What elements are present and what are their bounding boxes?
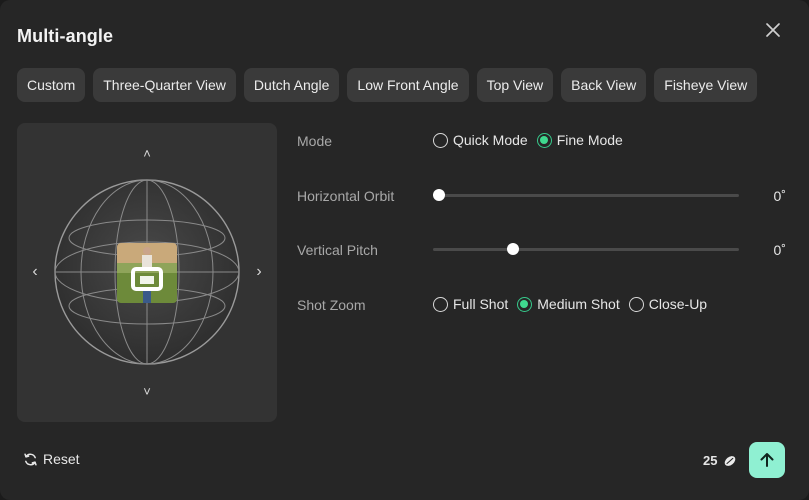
tab-fisheye-view[interactable]: Fisheye View: [654, 68, 758, 102]
radio-label: Fine Mode: [556, 132, 623, 148]
tab-back-view[interactable]: Back View: [561, 68, 647, 102]
reference-image-thumbnail: [117, 243, 177, 303]
dialog-title: Multi-angle: [17, 26, 114, 46]
radio-label: Quick Mode: [453, 132, 528, 148]
angle-preview-panel: ˄ ˅ ‹ ›: [17, 123, 277, 422]
shot-zoom-radio-group: Full Shot Medium Shot Close-Up: [433, 296, 716, 312]
radio-label: Full Shot: [453, 296, 509, 312]
vertical-pitch-slider[interactable]: [433, 242, 739, 256]
horizontal-orbit-label: Horizontal Orbit: [297, 188, 395, 204]
close-up-radio[interactable]: Close-Up: [628, 296, 708, 312]
rotate-up-arrow[interactable]: ˄: [139, 145, 155, 161]
vertical-pitch-label: Vertical Pitch: [297, 242, 378, 258]
vertical-pitch-value: 0˚: [773, 242, 786, 258]
credit-count: 25: [703, 453, 718, 468]
generate-button[interactable]: [749, 442, 785, 478]
close-icon: [766, 23, 780, 37]
radio-circle: [628, 296, 644, 312]
horizontal-orbit-slider[interactable]: [433, 188, 739, 202]
slider-handle[interactable]: [433, 189, 446, 201]
radio-circle: [517, 296, 533, 312]
multi-angle-dialog: Multi-angle Custom Three-Quarter View Du…: [0, 0, 809, 500]
radio-label: Medium Shot: [537, 296, 620, 312]
tab-top-view[interactable]: Top View: [476, 68, 554, 102]
close-button[interactable]: [762, 19, 784, 41]
full-shot-radio[interactable]: Full Shot: [433, 296, 508, 312]
quick-mode-radio[interactable]: Quick Mode: [433, 132, 528, 148]
radio-circle: [433, 132, 448, 148]
refresh-icon: [24, 453, 37, 465]
radio-label: Close-Up: [648, 296, 708, 312]
mode-radio-group: Quick Mode Fine Mode: [433, 132, 632, 148]
tab-three-quarter-view[interactable]: Three-Quarter View: [93, 68, 236, 102]
radio-circle: [433, 296, 448, 312]
rotate-down-arrow[interactable]: ˅: [139, 383, 155, 399]
tab-custom[interactable]: Custom: [17, 68, 86, 102]
rotate-left-arrow[interactable]: ‹: [27, 263, 43, 280]
medium-shot-radio[interactable]: Medium Shot: [517, 296, 620, 312]
credit-cost: 25: [703, 453, 737, 468]
preset-tabs: Custom Three-Quarter View Dutch Angle Lo…: [17, 68, 758, 102]
shot-zoom-label: Shot Zoom: [297, 297, 366, 313]
horizontal-orbit-value: 0˚: [773, 188, 786, 204]
arrow-up-icon: [760, 453, 774, 467]
bean-icon: [725, 455, 736, 466]
rotate-right-arrow[interactable]: ›: [251, 263, 267, 280]
slider-track: [433, 248, 739, 251]
tab-low-front-angle[interactable]: Low Front Angle: [347, 68, 469, 102]
reset-button[interactable]: Reset: [23, 451, 80, 467]
slider-handle[interactable]: [506, 243, 519, 255]
tab-dutch-angle[interactable]: Dutch Angle: [243, 68, 340, 102]
fine-mode-radio[interactable]: Fine Mode: [536, 132, 623, 148]
slider-track: [433, 194, 739, 197]
reset-label: Reset: [43, 451, 80, 467]
mode-label: Mode: [297, 133, 333, 149]
radio-circle: [536, 132, 552, 148]
